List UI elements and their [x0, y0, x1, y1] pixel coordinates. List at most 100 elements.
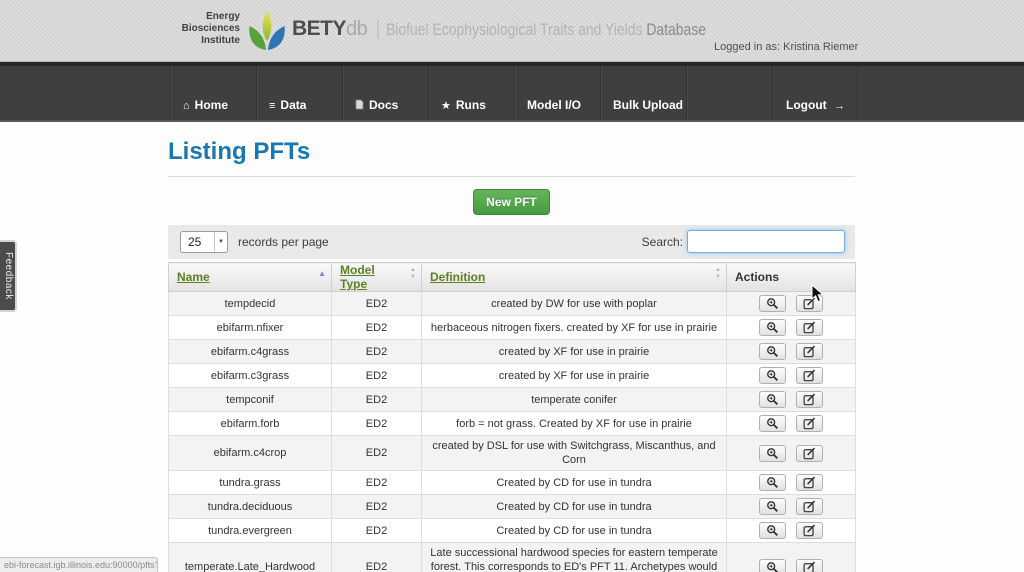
records-per-page-label: records per page	[238, 235, 329, 249]
org-line: Energy	[148, 11, 240, 23]
page-title: Listing PFTs	[168, 138, 855, 166]
cell-name: ebifarm.nfixer	[169, 316, 332, 340]
records-per-page-value: 25	[181, 235, 214, 249]
table-row: ebifarm.c3grass ED2 created by XF for us…	[169, 364, 856, 388]
cell-name: ebifarm.c4crop	[169, 436, 332, 471]
column-header-model-type[interactable]: Model Type ▲▼	[332, 263, 422, 292]
feedback-tab[interactable]: Feedback	[0, 240, 17, 312]
view-button[interactable]	[759, 367, 786, 384]
cell-name: tundra.grass	[169, 471, 332, 495]
cell-definition: herbaceous nitrogen fixers. created by X…	[422, 316, 727, 340]
leaf-logo-icon[interactable]	[246, 8, 288, 59]
cell-definition: created by DW for use with poplar	[422, 292, 727, 316]
column-header-name[interactable]: Name ▲	[169, 263, 332, 292]
nav-label: Runs	[456, 98, 486, 112]
edit-button[interactable]	[796, 367, 823, 384]
view-button[interactable]	[759, 559, 786, 572]
table-row: temperate.Late_Hardwood ED2 Late success…	[169, 543, 856, 572]
star-icon: ★	[441, 100, 451, 112]
cell-model-type: ED2	[332, 340, 422, 364]
column-header-label: Name	[177, 270, 210, 284]
edit-icon	[803, 417, 816, 430]
nav-item-runs[interactable]: ★ Runs	[428, 66, 514, 120]
brand-bety: BETY	[292, 17, 346, 40]
home-icon: ⌂	[183, 100, 190, 112]
view-button[interactable]	[759, 415, 786, 432]
magnifier-icon	[766, 476, 779, 489]
edit-button[interactable]	[796, 319, 823, 336]
edit-button[interactable]	[796, 445, 823, 462]
brand-tagline-suffix: Database	[647, 20, 707, 39]
edit-button[interactable]	[796, 559, 823, 572]
main-nav: ⌂Home ≡Data Docs ★ Runs Model I/O Bulk Up…	[0, 62, 1024, 122]
cell-definition: temperate conifer	[422, 388, 727, 412]
column-header-label: Actions	[735, 270, 779, 284]
brand-tagline: Biofuel Ecophysiological Traits and Yiel…	[386, 20, 646, 39]
table-row: ebifarm.nfixer ED2 herbaceous nitrogen f…	[169, 316, 856, 340]
edit-icon	[803, 447, 816, 460]
divider	[168, 176, 855, 177]
nav-item-logout[interactable]: Logout →	[772, 66, 858, 120]
view-button[interactable]	[759, 522, 786, 539]
cell-model-type: ED2	[332, 543, 422, 572]
view-button[interactable]	[759, 391, 786, 408]
nav-item-data[interactable]: ≡Data	[256, 66, 342, 120]
edit-button[interactable]	[796, 474, 823, 491]
nav-item-model-io[interactable]: Model I/O	[514, 66, 600, 120]
main-content: Listing PFTs New PFT 25 ▼ records per pa…	[168, 122, 855, 572]
edit-button[interactable]	[796, 295, 823, 312]
edit-button[interactable]	[796, 391, 823, 408]
org-line: Institute	[148, 35, 240, 47]
magnifier-icon	[766, 393, 779, 406]
edit-button[interactable]	[796, 415, 823, 432]
pft-table: Name ▲ Model Type ▲▼ Definition ▲▼ Actio…	[168, 262, 856, 572]
brand-db: db	[346, 18, 367, 40]
cell-name: temperate.Late_Hardwood	[169, 543, 332, 572]
cell-actions	[727, 495, 856, 519]
cell-actions	[727, 519, 856, 543]
view-button[interactable]	[759, 343, 786, 360]
nav-item-home[interactable]: ⌂Home	[170, 66, 256, 120]
edit-button[interactable]	[796, 343, 823, 360]
table-row: ebifarm.forb ED2 forb = not grass. Creat…	[169, 412, 856, 436]
nav-cell-empty	[686, 66, 772, 120]
magnifier-icon	[766, 345, 779, 358]
new-pft-button[interactable]: New PFT	[473, 189, 550, 215]
cell-name: tempconif	[169, 388, 332, 412]
edit-icon	[803, 321, 816, 334]
magnifier-icon	[766, 447, 779, 460]
chevron-down-icon: ▼	[214, 232, 227, 252]
view-button[interactable]	[759, 498, 786, 515]
records-per-page-select[interactable]: 25 ▼	[180, 231, 228, 253]
sort-both-icon: ▲▼	[715, 267, 721, 281]
table-row: tundra.evergreen ED2 Created by CD for u…	[169, 519, 856, 543]
cell-name: tundra.evergreen	[169, 519, 332, 543]
column-header-definition[interactable]: Definition ▲▼	[422, 263, 727, 292]
table-row: tempdecid ED2 created by DW for use with…	[169, 292, 856, 316]
cell-definition: created by XF for use in prairie	[422, 340, 727, 364]
column-header-label: Model Type	[340, 263, 375, 291]
view-button[interactable]	[759, 445, 786, 462]
table-row: tundra.grass ED2 Created by CD for use i…	[169, 471, 856, 495]
sort-asc-icon: ▲	[318, 269, 326, 278]
cell-actions	[727, 471, 856, 495]
magnifier-icon	[766, 321, 779, 334]
view-button[interactable]	[759, 295, 786, 312]
view-button[interactable]	[759, 319, 786, 336]
cell-definition: created by XF for use in prairie	[422, 364, 727, 388]
nav-item-bulk-upload[interactable]: Bulk Upload	[600, 66, 686, 120]
view-button[interactable]	[759, 474, 786, 491]
cell-actions	[727, 292, 856, 316]
magnifier-icon	[766, 561, 779, 572]
edit-button[interactable]	[796, 522, 823, 539]
nav-item-docs[interactable]: Docs	[342, 66, 428, 120]
top-banner: Energy Biosciences Institute BETYdb|Biof…	[0, 0, 1024, 62]
table-row: ebifarm.c4grass ED2 created by XF for us…	[169, 340, 856, 364]
cell-model-type: ED2	[332, 412, 422, 436]
table-controls: 25 ▼ records per page Search:	[168, 225, 855, 259]
list-icon: ≡	[269, 100, 275, 112]
cell-model-type: ED2	[332, 495, 422, 519]
search-input[interactable]	[687, 230, 845, 253]
edit-button[interactable]	[796, 498, 823, 515]
cell-actions	[727, 412, 856, 436]
